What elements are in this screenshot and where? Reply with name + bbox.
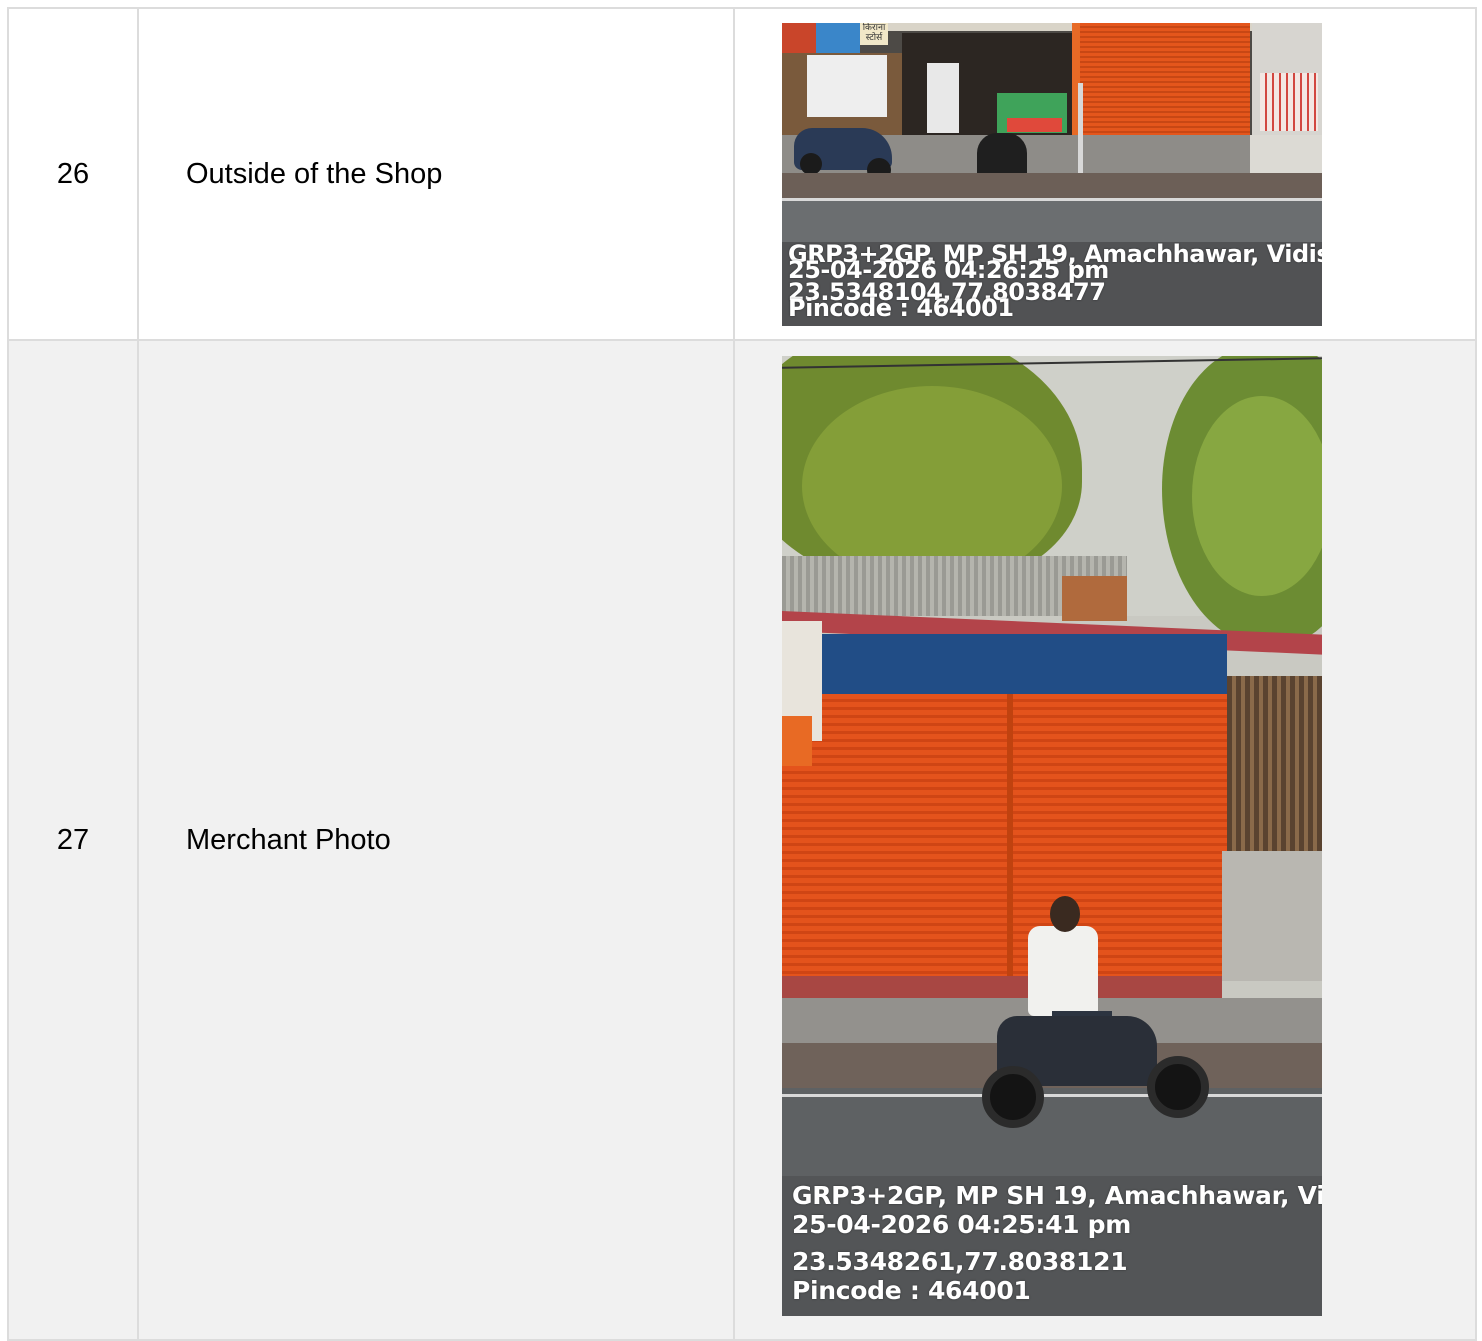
geotag-overlay: GRP3+2GP, MP SH 19, Amachhawar, Vidisha … [782, 241, 1322, 326]
photo-cell: किराना स्टोर्स GRP3+2GP, MP SH 19, Amach… [733, 7, 1477, 341]
table-row: 26 Outside of the Shop किराना स्टोर्स GR… [7, 7, 1477, 341]
serial-number-cell: 26 [7, 7, 139, 341]
photo-report-table: 26 Outside of the Shop किराना स्टोर्स GR… [7, 7, 1477, 1341]
geotag-coordinates: 23.5348261,77.8038121 [792, 1247, 1128, 1276]
geotag-pincode: Pincode : 464001 [788, 293, 1014, 322]
photo-cell: GRP3+2GP, MP SH 19, Amachhawar, Vidisha … [733, 339, 1477, 1341]
geotag-pincode: Pincode : 464001 [792, 1276, 1031, 1305]
geotag-overlay: GRP3+2GP, MP SH 19, Amachhawar, Vidisha … [782, 1176, 1322, 1316]
shop-signboard: किराना स्टोर्स [860, 22, 888, 45]
geotag-datetime: 25-04-2026 04:25:41 pm [792, 1210, 1132, 1239]
photo-label-cell: Outside of the Shop [137, 7, 735, 341]
table-row: 27 Merchant Photo GRP3+2GP, MP SH 19, Am… [7, 339, 1477, 1341]
serial-number-cell: 27 [7, 339, 139, 1341]
geotag-address: GRP3+2GP, MP SH 19, Amachhawar, Vidisha [792, 1181, 1322, 1210]
shop-outside-photo: किराना स्टोर्स GRP3+2GP, MP SH 19, Amach… [782, 22, 1322, 326]
merchant-photo: GRP3+2GP, MP SH 19, Amachhawar, Vidisha … [782, 356, 1322, 1316]
photo-label-cell: Merchant Photo [137, 339, 735, 1341]
